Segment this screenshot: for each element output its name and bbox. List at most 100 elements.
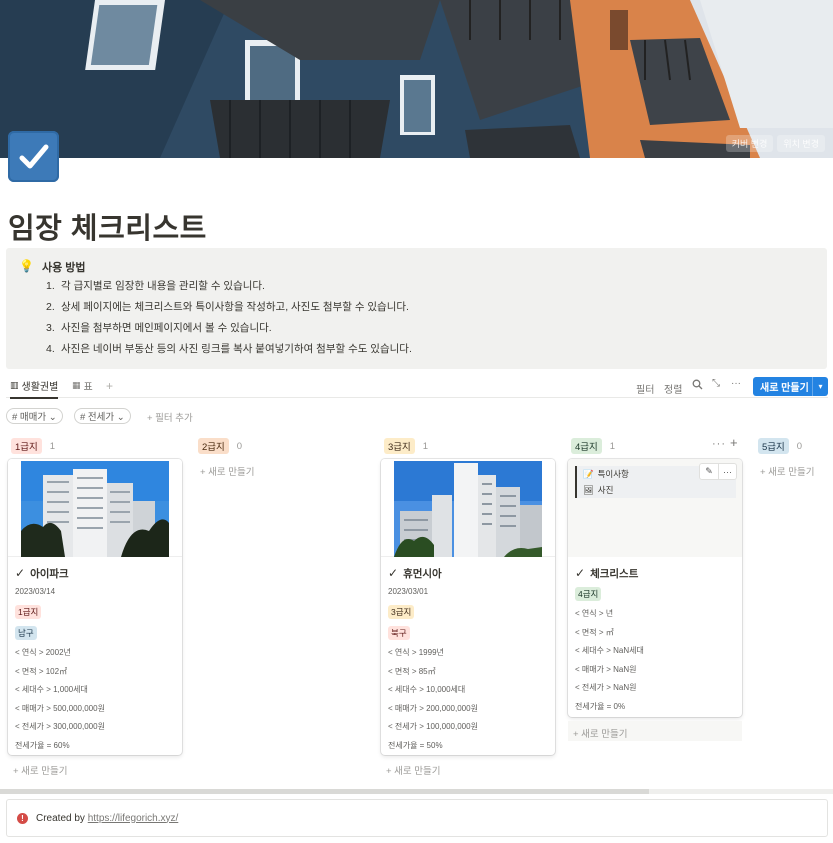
more-options-button[interactable]: ··· xyxy=(731,378,741,389)
card-property: < 면적 > ㎡ xyxy=(575,627,614,637)
list-item: 3. 사진을 첨부하면 메인페이지에서 볼 수 있습니다. xyxy=(46,322,272,334)
expand-icon[interactable]: ⤡ xyxy=(712,378,720,389)
card-property: < 전세가 > 300,000,000원 xyxy=(15,722,105,731)
card-property: < 전세가 > NaN원 xyxy=(575,683,637,692)
card-title[interactable]: ✓ 체크리스트 xyxy=(575,565,735,581)
card-page-content: 📝 특이사항 🖼 사진 ✎ ··· xyxy=(568,459,742,557)
group-label: 4급지 xyxy=(571,438,602,454)
new-card-button[interactable]: + 새로 만들기 xyxy=(13,763,68,777)
callout-title: 사용 방법 xyxy=(42,262,86,274)
board-icon: ▥ xyxy=(10,380,19,390)
card-property: < 연식 > 1999년 xyxy=(388,648,444,657)
sort-button[interactable]: 정렬 xyxy=(664,381,682,396)
add-filter-button[interactable]: + 필터 추가 xyxy=(147,410,193,424)
group-count: 0 xyxy=(236,440,243,452)
checkmark-icon: ✓ xyxy=(388,566,399,580)
district-tag: 북구 xyxy=(388,626,410,640)
card-property: < 연식 > 2002년 xyxy=(15,648,71,657)
grade-tag: 4급지 xyxy=(575,587,602,601)
usage-callout: 💡 사용 방법 1. 각 급지별로 임장한 내용을 관리할 수 있습니다. 2. 상… xyxy=(6,248,827,369)
footer-callout: ! Created by https://lifegorich.xyz/ xyxy=(6,799,828,837)
card-hover-tools: ✎ ··· xyxy=(699,463,737,480)
table-icon: ▦ xyxy=(72,380,81,390)
add-view-button[interactable]: + xyxy=(106,379,113,393)
group-count: 0 xyxy=(796,440,803,452)
change-cover-button[interactable]: 커버 변경 xyxy=(725,135,774,152)
filter-button[interactable]: 필터 xyxy=(636,381,654,396)
card-cover-image xyxy=(381,459,555,557)
checkbox-icon[interactable] xyxy=(8,131,59,182)
card-property: < 세대수 > 1,000세대 xyxy=(15,685,88,694)
column-more-button[interactable]: ··· xyxy=(712,438,726,450)
card-property: < 매매가 > 200,000,000원 xyxy=(388,703,478,713)
page-title[interactable]: 임장 체크리스트 xyxy=(8,205,207,247)
group-label: 5급지 xyxy=(758,438,789,454)
card-property: < 전세가 > 100,000,000원 xyxy=(388,722,478,731)
page-link-photos[interactable]: 🖼 사진 xyxy=(575,482,736,498)
cover-image[interactable]: 커버 변경 위치 변경 xyxy=(0,0,833,158)
list-item: 4. 사진은 네이버 부동산 등의 사진 링크를 복사 붙여넣기하여 첨부할 수도… xyxy=(46,343,412,355)
tab-board-view[interactable]: ▥ 생활권별 xyxy=(10,378,59,399)
card-cover-image xyxy=(8,459,182,557)
new-card-button[interactable]: + 새로 만들기 xyxy=(386,763,441,777)
board-horizontal-scrollbar[interactable] xyxy=(0,789,833,794)
new-page-button[interactable]: 새로 만들기 ▾ xyxy=(753,377,828,396)
new-card-button[interactable]: + 새로 만들기 xyxy=(568,721,742,741)
card-property: < 매매가 > NaN원 xyxy=(575,664,637,674)
alert-icon: ! xyxy=(17,812,28,824)
new-card-button[interactable]: + 새로 만들기 xyxy=(200,464,255,478)
card-title[interactable]: ✓ 휴먼시아 xyxy=(388,565,548,581)
card-property: < 매매가 > 500,000,000원 xyxy=(15,703,105,713)
district-tag: 남구 xyxy=(15,626,37,640)
checkmark-icon: ✓ xyxy=(15,566,26,580)
memo-icon: 📝 xyxy=(583,468,594,479)
column-add-button[interactable]: + xyxy=(730,435,739,450)
group-label: 1급지 xyxy=(11,438,42,454)
board-card[interactable]: 📝 특이사항 🖼 사진 ✎ ··· ✓ 체크리스트 4급지 < 연식 > 년 <… xyxy=(568,459,742,717)
group-count: 1 xyxy=(609,440,616,452)
filter-chip-sale-price[interactable]: # 매매가 ⌄ xyxy=(6,408,63,424)
card-property: 전세가율 = 50% xyxy=(388,740,443,750)
board-column-2[interactable]: 2급지 0 xyxy=(198,438,242,454)
search-icon[interactable] xyxy=(692,379,703,393)
card-title[interactable]: ✓ 아이파크 xyxy=(15,565,175,581)
list-item: 1. 각 급지별로 임장한 내용을 관리할 수 있습니다. xyxy=(46,280,265,292)
card-date: 2023/03/14 xyxy=(15,587,56,596)
board-column-4[interactable]: 4급지 1 xyxy=(571,438,615,454)
card-property: < 세대수 > 10,000세대 xyxy=(388,685,466,694)
list-item: 2. 상세 페이지에는 체크리스트와 특이사항을 작성하고, 사진도 첨부할 수 … xyxy=(46,301,409,313)
filter-chip-jeonse-price[interactable]: # 전세가 ⌄ xyxy=(74,408,131,424)
edit-icon[interactable]: ✎ xyxy=(700,464,718,479)
board-column-3[interactable]: 3급지 1 xyxy=(384,438,428,454)
footer-link[interactable]: https://lifegorich.xyz/ xyxy=(88,813,179,824)
group-count: 1 xyxy=(49,440,56,452)
group-label: 3급지 xyxy=(384,438,415,454)
chevron-down-icon[interactable]: ▾ xyxy=(812,377,828,396)
board-column-1[interactable]: 1급지 1 xyxy=(11,438,55,454)
grade-tag: 1급지 xyxy=(15,605,42,619)
usage-list: 1. 각 급지별로 임장한 내용을 관리할 수 있습니다. 2. 상세 페이지에는 … xyxy=(46,279,412,363)
tab-table-view[interactable]: ▦ 표 xyxy=(72,378,93,393)
checkmark-icon: ✓ xyxy=(575,566,586,580)
photo-icon: 🖼 xyxy=(583,484,594,495)
group-count: 1 xyxy=(422,440,429,452)
more-icon[interactable]: ··· xyxy=(718,464,736,479)
scrollbar-thumb[interactable] xyxy=(0,789,649,794)
board-card[interactable]: ✓ 아이파크 2023/03/14 1급지 남구 < 연식 > 2002년 < … xyxy=(8,459,182,755)
footer-text: Created by https://lifegorich.xyz/ xyxy=(36,812,179,824)
card-property: 전세가율 = 60% xyxy=(15,740,70,750)
card-property: < 면적 > 102㎡ xyxy=(15,666,68,676)
card-date: 2023/03/01 xyxy=(388,587,429,596)
database-view-bar: ▥ 생활권별 ▦ 표 + 필터 정렬 ⤡ ··· 새로 만들기 ▾ xyxy=(6,376,828,399)
grade-tag: 3급지 xyxy=(388,605,415,619)
card-property: < 세대수 > NaN세대 xyxy=(575,646,644,655)
lightbulb-icon: 💡 xyxy=(19,259,34,273)
reposition-cover-button[interactable]: 위치 변경 xyxy=(777,135,825,152)
group-label: 2급지 xyxy=(198,438,229,454)
card-property: < 연식 > 년 xyxy=(575,609,614,618)
new-card-button[interactable]: + 새로 만들기 xyxy=(760,464,815,478)
board-column-5[interactable]: 5급지 0 xyxy=(758,438,802,454)
card-property: 전세가율 = 0% xyxy=(575,701,626,711)
card-property: < 면적 > 85㎡ xyxy=(388,666,436,676)
board-card[interactable]: ✓ 휴먼시아 2023/03/01 3급지 북구 < 연식 > 1999년 < … xyxy=(381,459,555,755)
